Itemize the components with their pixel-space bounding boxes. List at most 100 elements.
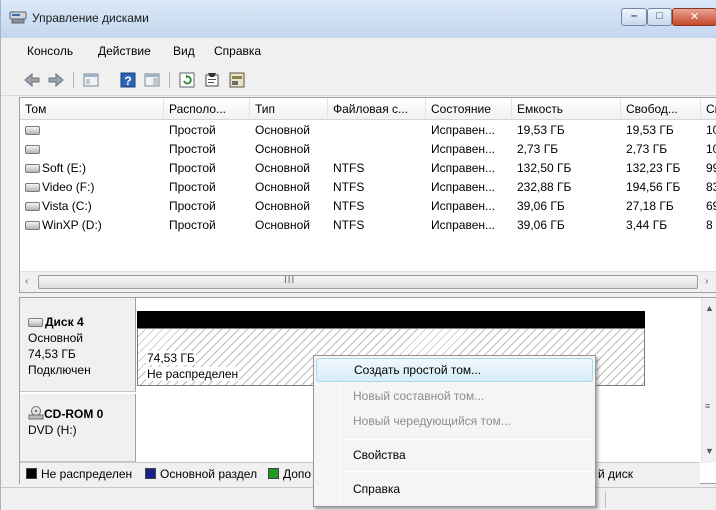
cell-status: Исправен... bbox=[426, 121, 512, 140]
column-header-status[interactable]: Состояние bbox=[426, 98, 512, 120]
cell-free-text: 27,18 ГБ bbox=[626, 199, 674, 213]
cell-filesystem bbox=[328, 140, 426, 159]
cell-free: 132,23 ГБ bbox=[621, 159, 701, 178]
cell-free-text: 3,44 ГБ bbox=[626, 218, 668, 232]
cdrom-label[interactable]: CD-ROM 0 DVD (H:) bbox=[20, 394, 136, 462]
scroll-down-icon[interactable]: ▼ bbox=[705, 446, 714, 456]
legend-swatch bbox=[26, 468, 37, 479]
scroll-up-icon[interactable]: ▲ bbox=[705, 303, 714, 313]
cell-free-pct-text: 69 bbox=[706, 199, 716, 213]
cell-layout: Простой bbox=[164, 140, 250, 159]
maximize-button[interactable]: □ bbox=[647, 8, 672, 26]
menu-console[interactable]: Консоль bbox=[27, 44, 73, 58]
menu-view[interactable]: Вид bbox=[173, 44, 195, 58]
cell-volume-text: WinXP (D:) bbox=[42, 218, 102, 232]
cell-layout: Простой bbox=[164, 178, 250, 197]
disk-settings-icon[interactable] bbox=[228, 71, 246, 89]
disk4-kind: Основной bbox=[28, 331, 84, 345]
cell-filesystem-text: NTFS bbox=[333, 199, 365, 213]
cell-capacity: 39,06 ГБ bbox=[512, 216, 621, 235]
cell-free: 2,73 ГБ bbox=[621, 140, 701, 159]
disk4-name: Диск 4 bbox=[45, 315, 84, 329]
cell-status: Исправен... bbox=[426, 178, 512, 197]
menu-item-new-striped-volume: Новый чередующийся том... bbox=[353, 414, 511, 428]
cell-status: Исправен... bbox=[426, 159, 512, 178]
toolbar: ? bbox=[1, 64, 716, 96]
cell-volume: Vista (C:) bbox=[20, 197, 164, 216]
close-button[interactable]: ✕ bbox=[672, 8, 716, 26]
table-row[interactable]: WinXP (D:) Простой Основной NTFS Исправен...… bbox=[20, 216, 716, 235]
cell-status: Исправен... bbox=[426, 216, 512, 235]
vertical-scroll-grip-icon: ≡ bbox=[705, 401, 711, 411]
cell-free-text: 132,23 ГБ bbox=[626, 161, 681, 175]
cell-layout: Простой bbox=[164, 159, 250, 178]
window-title: Управление дисками bbox=[32, 11, 149, 25]
volume-list-header: Том Располо... Тип Файловая с... Состоян… bbox=[20, 98, 716, 120]
cell-free-pct-text: 83 bbox=[706, 180, 716, 194]
context-menu: Создать простой том... Новый составной т… bbox=[313, 355, 596, 507]
disk4-label[interactable]: Диск 4 Основной 74,53 ГБ Подключен bbox=[20, 298, 136, 392]
vertical-scrollbar[interactable]: ▲ ≡ ▼ bbox=[701, 298, 716, 463]
column-header-filesystem[interactable]: Файловая с... bbox=[328, 98, 426, 120]
cell-free-text: 19,53 ГБ bbox=[626, 123, 674, 137]
cell-type: Основной bbox=[250, 216, 328, 235]
cell-type-text: Основной bbox=[255, 180, 311, 194]
forward-icon[interactable] bbox=[47, 71, 65, 89]
cell-status-text: Исправен... bbox=[431, 123, 496, 137]
volume-icon bbox=[25, 221, 40, 230]
legend-label: Не распределен bbox=[41, 467, 133, 481]
context-menu-separator bbox=[344, 471, 592, 472]
table-row[interactable]: Soft (E:) Простой Основной NTFS Исправен... 1… bbox=[20, 159, 716, 178]
menu-action[interactable]: Действие bbox=[98, 44, 151, 58]
properties-icon[interactable] bbox=[203, 71, 221, 89]
cell-type-text: Основной bbox=[255, 218, 311, 232]
column-header-type[interactable]: Тип bbox=[250, 98, 328, 120]
cell-capacity: 2,73 ГБ bbox=[512, 140, 621, 159]
horizontal-scroll-thumb[interactable]: III bbox=[38, 275, 698, 289]
cell-free-pct: 8 % bbox=[701, 216, 716, 235]
back-icon[interactable] bbox=[23, 71, 41, 89]
menu-item-create-simple-volume[interactable]: Создать простой том... bbox=[316, 358, 593, 382]
menu-help[interactable]: Справка bbox=[214, 44, 261, 58]
table-row[interactable]: Vista (C:) Простой Основной NTFS Исправен...… bbox=[20, 197, 716, 216]
console-tree-icon[interactable] bbox=[82, 71, 100, 89]
scroll-left-icon[interactable]: ‹ bbox=[25, 276, 28, 287]
cell-free: 27,18 ГБ bbox=[621, 197, 701, 216]
cell-status-text: Исправен... bbox=[431, 199, 496, 213]
column-header-layout[interactable]: Располо... bbox=[164, 98, 250, 120]
show-hide-pane-icon[interactable] bbox=[143, 71, 161, 89]
cell-volume-text: Vista (C:) bbox=[42, 199, 92, 213]
title-bar[interactable]: Управление дисками – □ ✕ bbox=[1, 0, 716, 38]
column-header-free-pct[interactable]: Св bbox=[701, 98, 716, 120]
cell-layout-text: Простой bbox=[169, 218, 216, 232]
help-icon[interactable]: ? bbox=[119, 71, 137, 89]
cell-capacity: 232,88 ГБ bbox=[512, 178, 621, 197]
minimize-button[interactable]: – bbox=[621, 8, 647, 26]
unallocated-color-bar bbox=[137, 311, 645, 328]
volume-icon bbox=[25, 202, 40, 211]
cell-type: Основной bbox=[250, 140, 328, 159]
menu-item-new-spanned-volume: Новый составной том... bbox=[353, 389, 485, 403]
svg-text:?: ? bbox=[124, 74, 131, 88]
column-header-free[interactable]: Свобод... bbox=[621, 98, 701, 120]
horizontal-scrollbar[interactable]: ‹ III › bbox=[20, 271, 716, 292]
cell-type-text: Основной bbox=[255, 199, 311, 213]
cell-layout-text: Простой bbox=[169, 123, 216, 137]
disk4-title: Диск 4 bbox=[28, 314, 135, 330]
column-header-volume[interactable]: Том bbox=[20, 98, 164, 120]
menu-item-properties[interactable]: Свойства bbox=[316, 443, 593, 467]
cell-filesystem-text: NTFS bbox=[333, 161, 365, 175]
refresh-icon[interactable] bbox=[178, 71, 196, 89]
cell-status-text: Исправен... bbox=[431, 180, 496, 194]
legend-primary: Основной раздел bbox=[145, 467, 257, 481]
table-row[interactable]: Video (F:) Простой Основной NTFS Исправен...… bbox=[20, 178, 716, 197]
disk4-state: Подключен bbox=[28, 363, 91, 377]
cell-filesystem-text: NTFS bbox=[333, 180, 365, 194]
table-row[interactable]: Простой Основной Исправен... 19,53 ГБ 19,53 … bbox=[20, 121, 716, 140]
menu-item-help[interactable]: Справка bbox=[316, 477, 593, 501]
scroll-right-icon[interactable]: › bbox=[705, 276, 708, 287]
table-row[interactable]: Простой Основной Исправен... 2,73 ГБ 2,73 ГБ… bbox=[20, 140, 716, 159]
cell-filesystem-text: NTFS bbox=[333, 218, 365, 232]
column-header-capacity[interactable]: Емкость bbox=[512, 98, 621, 120]
cell-filesystem: NTFS bbox=[328, 159, 426, 178]
